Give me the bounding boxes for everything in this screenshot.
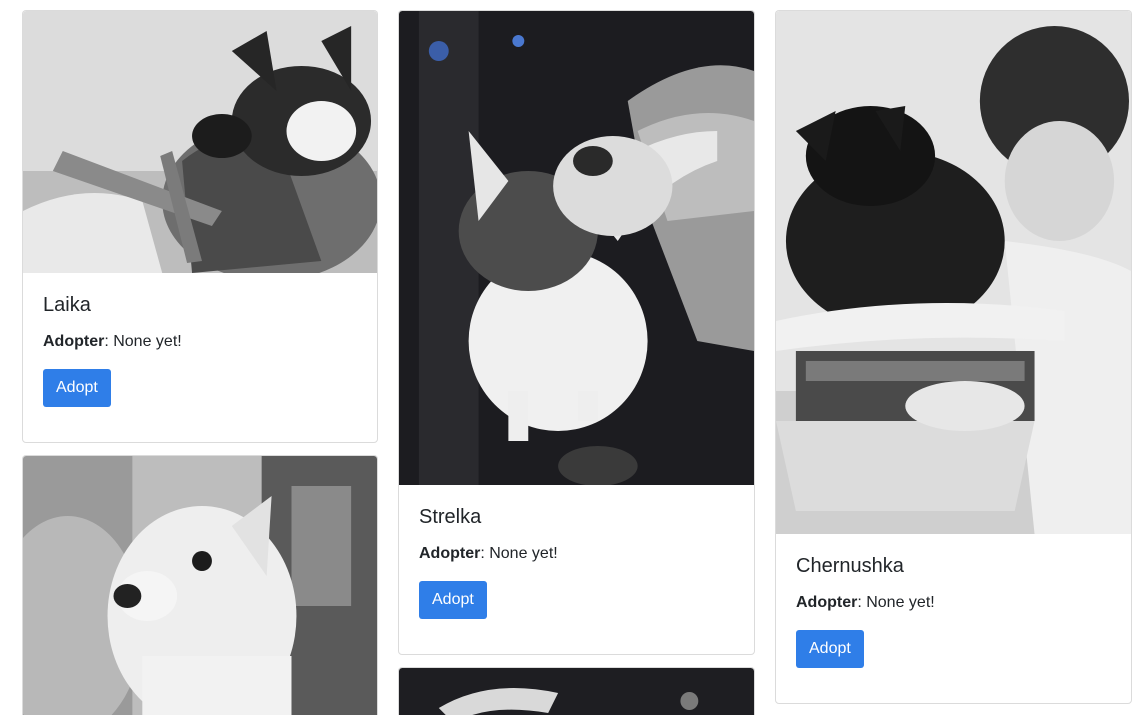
pet-name: Chernushka xyxy=(796,555,904,577)
adopt-button[interactable]: Adopt xyxy=(419,581,487,619)
pet-card-chernushka: Chernushka Adopter: None yet! Adopt xyxy=(775,10,1132,704)
adopter-line: Adopter: None yet! xyxy=(43,331,357,353)
adopter-value: : None yet! xyxy=(857,594,935,611)
pet-grid: Laika Adopter: None yet! Adopt Strelka A… xyxy=(0,0,1148,715)
dog-photo xyxy=(23,11,377,273)
dog-photo xyxy=(399,668,754,715)
adopt-button[interactable]: Adopt xyxy=(43,369,111,407)
pet-name: Laika xyxy=(43,294,91,316)
dog-photo xyxy=(776,11,1131,534)
adopter-label: Adopter xyxy=(419,545,481,562)
adopter-value: : None yet! xyxy=(104,333,182,350)
adopter-line: Adopter: None yet! xyxy=(419,543,734,565)
adopter-label: Adopter xyxy=(43,333,105,350)
adopter-line: Adopter: None yet! xyxy=(796,592,1111,614)
pet-card-strelka: Strelka Adopter: None yet! Adopt xyxy=(398,10,755,655)
dog-photo xyxy=(399,11,754,485)
pet-card-laika: Laika Adopter: None yet! Adopt xyxy=(22,10,378,443)
pet-name: Strelka xyxy=(419,506,482,528)
pet-card xyxy=(22,455,378,715)
adopter-value: : None yet! xyxy=(480,545,558,562)
pet-card xyxy=(398,667,755,715)
adopter-label: Adopter xyxy=(796,594,858,611)
adopt-button[interactable]: Adopt xyxy=(796,630,864,668)
dog-photo xyxy=(23,456,377,715)
